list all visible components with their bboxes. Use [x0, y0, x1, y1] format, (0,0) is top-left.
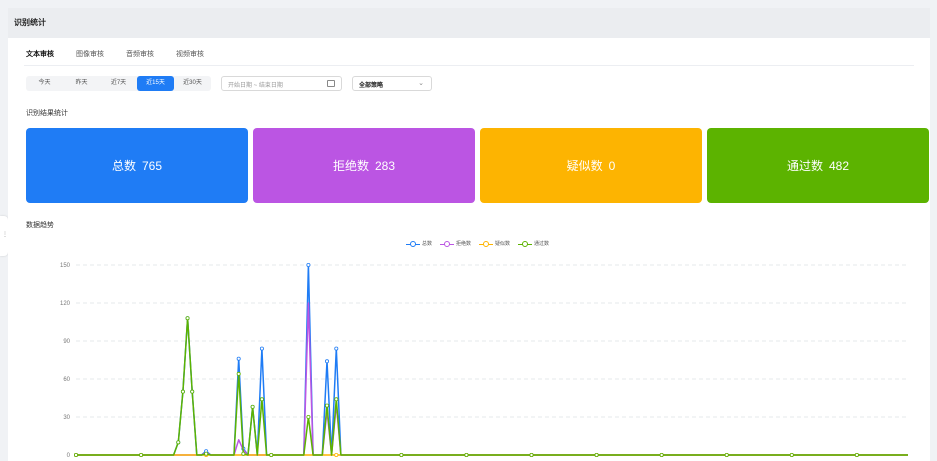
stat-label: 疑似数 [566, 159, 603, 173]
main-card: 文本审核 图像审核 音频审核 视频审核 今天 昨天 近7天 近15天 近30天 开始日期 ~ … [8, 38, 930, 461]
stat-value: 765 [141, 158, 163, 173]
y-tick-label: 0 [67, 453, 71, 459]
tab-3[interactable]: 视频审核 [176, 50, 204, 64]
legend-marker [406, 240, 420, 247]
date-range-segmented: 今天 昨天 近7天 近15天 近30天 [26, 76, 211, 91]
data-point [250, 404, 255, 409]
data-point [594, 452, 599, 457]
range-button-0[interactable]: 今天 [26, 76, 63, 91]
legend-marker [518, 240, 533, 247]
y-tick-label: 90 [63, 339, 70, 345]
data-point [180, 389, 185, 394]
series-line-0 [76, 264, 908, 456]
strategy-select-value: 全部策略 [359, 83, 384, 89]
data-point [204, 451, 209, 456]
data-point [259, 346, 264, 351]
data-point [399, 452, 404, 457]
data-point [306, 414, 311, 419]
chart-legend: 总数 拒绝数 疑似数 通过数 [406, 240, 557, 247]
stat-card-2: 疑似数 0 [480, 128, 702, 203]
trend-section-title: 数据趋势 [26, 222, 54, 229]
y-tick-label: 120 [60, 301, 71, 307]
stat-value: 0 [608, 158, 616, 173]
legend-item-3[interactable]: 通过数 [518, 240, 549, 247]
range-button-4[interactable]: 近30天 [174, 76, 211, 91]
legend-label: 拒绝数 [456, 241, 472, 247]
legend-label: 通过数 [534, 241, 550, 247]
data-point [176, 440, 181, 445]
date-range-placeholder: 开始日期 ~ 结束日期 [228, 83, 283, 89]
legend-item-1[interactable]: 拒绝数 [440, 240, 471, 247]
series-line-3 [76, 317, 908, 456]
sidebar-collapse-handle[interactable]: ⋮ [0, 216, 8, 256]
data-point [334, 346, 339, 351]
range-button-3[interactable]: 近15天 [137, 76, 174, 91]
y-tick-label: 150 [60, 263, 71, 269]
page-title: 识别统计 [14, 18, 46, 27]
data-point [464, 452, 469, 457]
data-point [854, 452, 859, 457]
data-point [74, 452, 79, 457]
tab-1[interactable]: 图像审核 [76, 50, 104, 64]
tabs-divider [24, 65, 914, 66]
stat-card-1: 拒绝数 283 [253, 128, 475, 203]
stat-label: 通过数 [786, 159, 823, 173]
range-button-1[interactable]: 昨天 [63, 76, 100, 91]
range-button-2[interactable]: 近7天 [100, 76, 137, 91]
page: 识别统计 ⋮ 文本审核 图像审核 音频审核 视频审核 今天 昨天 近7天 近15天 近30天 … [0, 0, 937, 461]
legend-item-2[interactable]: 疑似数 [479, 240, 510, 247]
header-bar: 识别统计 [8, 8, 930, 38]
chevron-down-icon: ⌄ [418, 80, 424, 87]
data-point [306, 262, 311, 267]
data-point [334, 452, 339, 457]
trend-chart: 0 30 60 90 120 150 [60, 262, 908, 459]
stat-label: 拒绝数 [332, 159, 369, 173]
data-point [324, 359, 329, 364]
legend-marker [479, 240, 494, 247]
data-point [529, 452, 534, 457]
data-point [334, 397, 339, 402]
tab-2[interactable]: 音频审核 [126, 50, 154, 64]
legend-label: 疑似数 [495, 241, 511, 247]
data-point [724, 452, 729, 457]
y-tick-label: 60 [63, 377, 70, 383]
data-point [236, 356, 241, 361]
data-point [789, 452, 794, 457]
tab-0[interactable]: 文本审核 [26, 50, 54, 64]
y-tick-label: 30 [63, 415, 70, 421]
data-point [139, 452, 144, 457]
filter-bar: 今天 昨天 近7天 近15天 近30天 开始日期 ~ 结束日期 全部策略 ⌄ [26, 76, 432, 91]
legend-item-0[interactable]: 总数 [406, 240, 432, 247]
data-point [659, 452, 664, 457]
stat-value: 482 [828, 158, 850, 173]
stat-label: 总数 [111, 159, 136, 173]
stat-card-3: 通过数 482 [707, 128, 929, 203]
strategy-select[interactable]: 全部策略 ⌄ [352, 76, 432, 91]
legend-label: 总数 [422, 241, 433, 247]
date-range-picker[interactable]: 开始日期 ~ 结束日期 [221, 76, 342, 91]
stat-card-0: 总数 765 [26, 128, 248, 203]
data-point [190, 389, 195, 394]
stat-value: 283 [374, 158, 396, 173]
stats-section-title: 识别结果统计 [26, 110, 68, 117]
data-point [324, 403, 329, 408]
data-point [269, 452, 274, 457]
legend-marker [440, 240, 455, 247]
data-point [241, 451, 246, 456]
data-point [185, 316, 190, 321]
review-type-tabs: 文本审核 图像审核 音频审核 视频审核 [26, 50, 226, 64]
data-point [259, 397, 264, 402]
data-point [236, 371, 241, 376]
calendar-icon [327, 80, 335, 87]
